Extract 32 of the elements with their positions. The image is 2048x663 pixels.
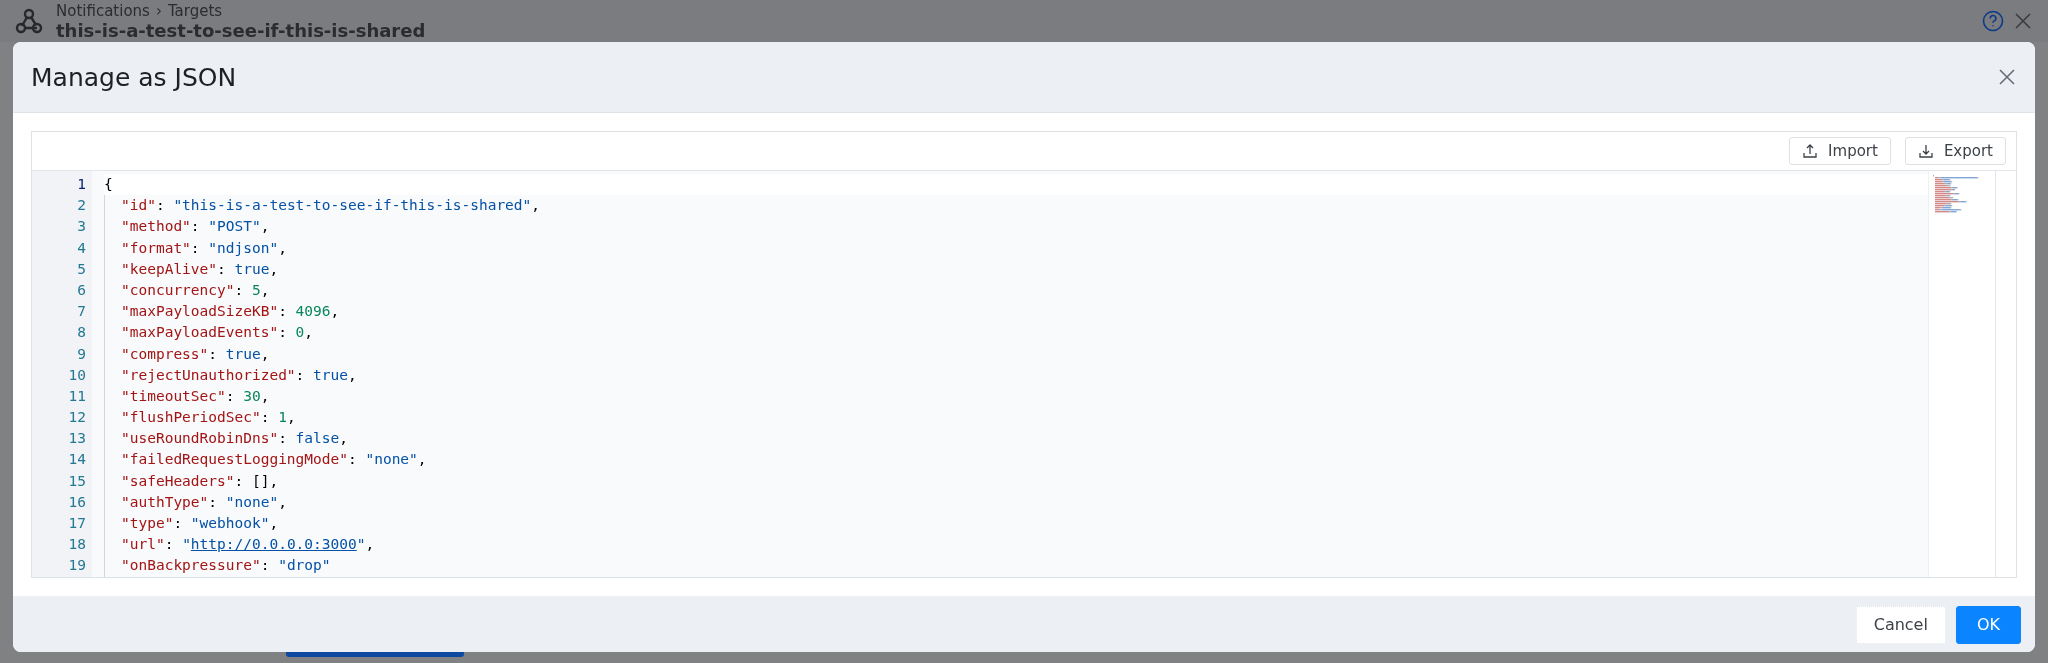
scrollbar-track[interactable] — [1995, 171, 2016, 577]
import-button[interactable]: Import — [1789, 137, 1891, 165]
line-number: 15 — [67, 471, 87, 491]
line-number: 17 — [67, 514, 87, 533]
upload-icon — [1802, 143, 1819, 159]
ok-button[interactable]: OK — [1955, 605, 2021, 644]
line-number: 3 — [76, 217, 87, 237]
close-button[interactable] — [1997, 67, 2017, 87]
line-number: 11 — [67, 386, 87, 406]
dialog-title: Manage as JSON — [31, 62, 237, 92]
line-number: 13 — [67, 429, 87, 449]
line-number: 4 — [76, 238, 87, 258]
page-title: this-is-a-test-to-see-if-this-is-shared — [56, 19, 426, 41]
line-number: 12 — [67, 408, 87, 428]
download-icon — [1917, 143, 1934, 159]
line-number: 9 — [76, 344, 87, 364]
webhook-icon — [14, 6, 44, 36]
line-number: 10 — [67, 365, 87, 385]
line-number: 14 — [67, 450, 87, 470]
cancel-button[interactable]: Cancel — [1855, 605, 1946, 644]
line-number: 18 — [67, 535, 87, 555]
breadcrumb-separator: › — [155, 1, 162, 20]
export-button[interactable]: Export — [1904, 137, 2006, 165]
line-number: 6 — [76, 280, 87, 300]
line-number: 1 — [76, 175, 87, 194]
line-number: 19 — [67, 556, 87, 576]
line-number: 8 — [76, 323, 87, 343]
line-number: 16 — [67, 492, 87, 512]
line-number: 7 — [76, 302, 87, 322]
line-number: 5 — [76, 259, 87, 279]
help-icon[interactable] — [1982, 10, 2004, 32]
line-number: 2 — [76, 196, 87, 216]
